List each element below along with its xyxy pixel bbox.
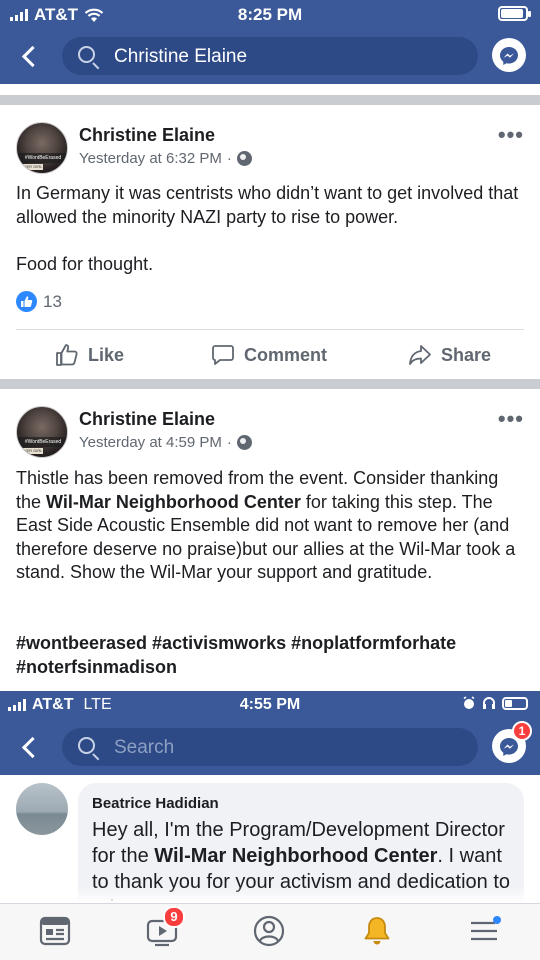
post-text-bold[interactable]: Wil-Mar Neighborhood Center xyxy=(46,492,301,512)
meta-separator: · xyxy=(226,150,232,167)
like-count: 13 xyxy=(43,291,62,311)
post-meta: Yesterday at 4:59 PM · xyxy=(79,434,252,451)
profile-icon xyxy=(253,915,285,947)
embedded-status-bar: AT&T LTE 4:55 PM xyxy=(0,691,540,719)
messenger-badge: 1 xyxy=(512,721,532,741)
meta-separator: · xyxy=(226,434,232,451)
post-card: #WontBeErased AYER GIRL Christine Elaine… xyxy=(0,389,540,691)
avatar-label-text: AYER GIRL xyxy=(21,164,43,170)
search-input[interactable]: Search xyxy=(62,728,478,766)
post-paragraph: Food for thought. xyxy=(16,253,154,274)
fade-overlay xyxy=(0,887,540,903)
share-icon xyxy=(409,345,431,365)
divider xyxy=(16,329,524,330)
thumbs-up-icon xyxy=(56,344,78,366)
avatar[interactable]: #WontBeErased AYER GIRL xyxy=(16,122,68,174)
comment-author[interactable]: Beatrice Hadidian xyxy=(92,795,219,812)
status-bar: AT&T 8:25 PM xyxy=(0,0,540,28)
more-options-icon[interactable]: ••• xyxy=(498,122,524,148)
search-icon xyxy=(78,46,95,63)
like-label: Like xyxy=(88,344,125,365)
avatar[interactable]: #WontBeErased AYER GIRL xyxy=(16,406,68,458)
post-actions: Like Comment Share xyxy=(0,335,540,375)
feed-separator xyxy=(0,379,540,389)
post-card: #WontBeErased AYER GIRL Christine Elaine… xyxy=(0,105,540,379)
messenger-button[interactable]: 1 xyxy=(492,721,532,763)
globe-icon xyxy=(236,151,252,166)
news-feed-tab[interactable] xyxy=(38,914,72,948)
post-paragraph: In Germany it was centrists who didn’t w… xyxy=(16,183,519,227)
comment-icon xyxy=(212,345,234,365)
status-time: 4:55 PM xyxy=(239,696,301,713)
comment-button[interactable]: Comment xyxy=(211,335,327,375)
like-reaction-icon xyxy=(16,291,37,312)
back-arrow-icon[interactable] xyxy=(16,42,44,70)
post-body: Thistle has been removed from the event.… xyxy=(16,467,526,585)
search-input[interactable]: Christine Elaine xyxy=(62,37,478,75)
reaction-summary[interactable]: 13 xyxy=(16,291,62,312)
search-query: Christine Elaine xyxy=(114,46,248,67)
comment-text-bold: Wil-Mar Neighborhood Center xyxy=(154,845,438,867)
share-button[interactable]: Share xyxy=(408,335,491,375)
post-timestamp[interactable]: Yesterday at 4:59 PM xyxy=(79,434,222,451)
post-timestamp[interactable]: Yesterday at 6:32 PM xyxy=(79,150,222,167)
news-feed-icon xyxy=(39,916,71,946)
post-author[interactable]: Christine Elaine xyxy=(79,409,215,430)
search-icon xyxy=(78,737,95,754)
status-time: 8:25 PM xyxy=(237,5,303,24)
avatar-band-text: #WontBeErased xyxy=(17,153,67,163)
avatar[interactable] xyxy=(16,783,68,835)
app-header: AT&T 8:25 PM Christine Elaine xyxy=(0,0,540,84)
post-body: In Germany it was centrists who didn’t w… xyxy=(16,182,526,300)
headphones-icon xyxy=(483,697,495,709)
messenger-button[interactable] xyxy=(492,38,526,72)
post-meta: Yesterday at 6:32 PM · xyxy=(79,150,252,167)
watch-tab[interactable]: 9 xyxy=(145,906,185,948)
share-label: Share xyxy=(441,344,492,365)
more-options-icon[interactable]: ••• xyxy=(498,406,524,432)
video-badge: 9 xyxy=(163,906,185,928)
post-hashtags[interactable]: #wontbeerased #activismworks #noplatform… xyxy=(16,631,526,679)
menu-icon xyxy=(471,916,501,941)
messenger-icon xyxy=(500,47,518,65)
profile-tab[interactable] xyxy=(252,914,286,948)
search-placeholder: Search xyxy=(114,737,175,758)
notifications-tab[interactable] xyxy=(360,914,394,948)
comment-label: Comment xyxy=(244,344,328,365)
bottom-tab-bar: 9 xyxy=(0,903,540,960)
back-arrow-icon[interactable] xyxy=(16,733,44,761)
avatar-band-text: #WontBeErased xyxy=(17,437,67,447)
avatar-label-text: AYER GIRL xyxy=(21,448,43,454)
alarm-icon xyxy=(463,696,475,709)
globe-icon xyxy=(236,435,252,450)
menu-tab[interactable] xyxy=(467,914,501,948)
embedded-header: AT&T LTE 4:55 PM Search 1 xyxy=(0,691,540,775)
feed-separator xyxy=(0,95,540,105)
battery-icon xyxy=(502,696,528,710)
bell-icon xyxy=(364,917,390,945)
post-author[interactable]: Christine Elaine xyxy=(79,125,215,146)
messenger-icon xyxy=(500,738,518,756)
battery-icon xyxy=(498,6,531,21)
like-button[interactable]: Like xyxy=(55,335,124,375)
